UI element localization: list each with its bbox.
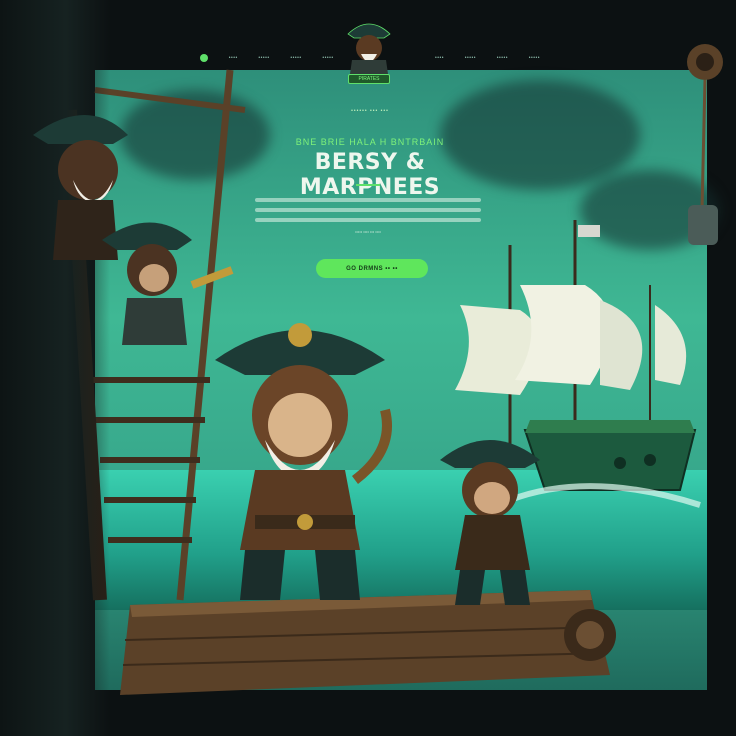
nav-link[interactable]: •••• [435, 55, 444, 61]
nav-link[interactable]: •••• [229, 55, 238, 61]
body-text-line [255, 218, 481, 222]
hero-eyebrow: •••••• ••• ••• [351, 108, 389, 114]
nav-link[interactable]: ••••• [465, 55, 476, 61]
hanging-rope-deco [687, 44, 723, 245]
nav-link[interactable]: ••••• [497, 55, 508, 61]
monkey-pirate-mid-left [102, 222, 234, 345]
pirate-monkey-logo-icon[interactable] [340, 16, 398, 78]
nav-link[interactable]: ••••• [322, 55, 333, 61]
hero-headline: BERSY & MARPNEES [299, 150, 441, 200]
hero-subline: ••••• •••• ••• •••• [355, 229, 381, 234]
body-text-line [255, 208, 481, 212]
body-text-line [255, 198, 481, 202]
cta-button[interactable]: GO DRMNS •• •• [316, 259, 428, 278]
headline-divider [356, 184, 380, 186]
nav-link[interactable]: ••••• [258, 55, 269, 61]
nav-link[interactable]: ••••• [529, 55, 540, 61]
monkey-pirate-right [440, 440, 540, 605]
page-canvas: •••• ••••• ••••• ••••• •••• ••••• ••••• … [0, 0, 736, 736]
nav-dot-icon [200, 54, 208, 62]
hero-kicker: BNE BRIE HALA H BNTRBAIN [295, 137, 445, 147]
logo-label: PIRATES [348, 74, 390, 84]
nav-link[interactable]: ••••• [290, 55, 301, 61]
